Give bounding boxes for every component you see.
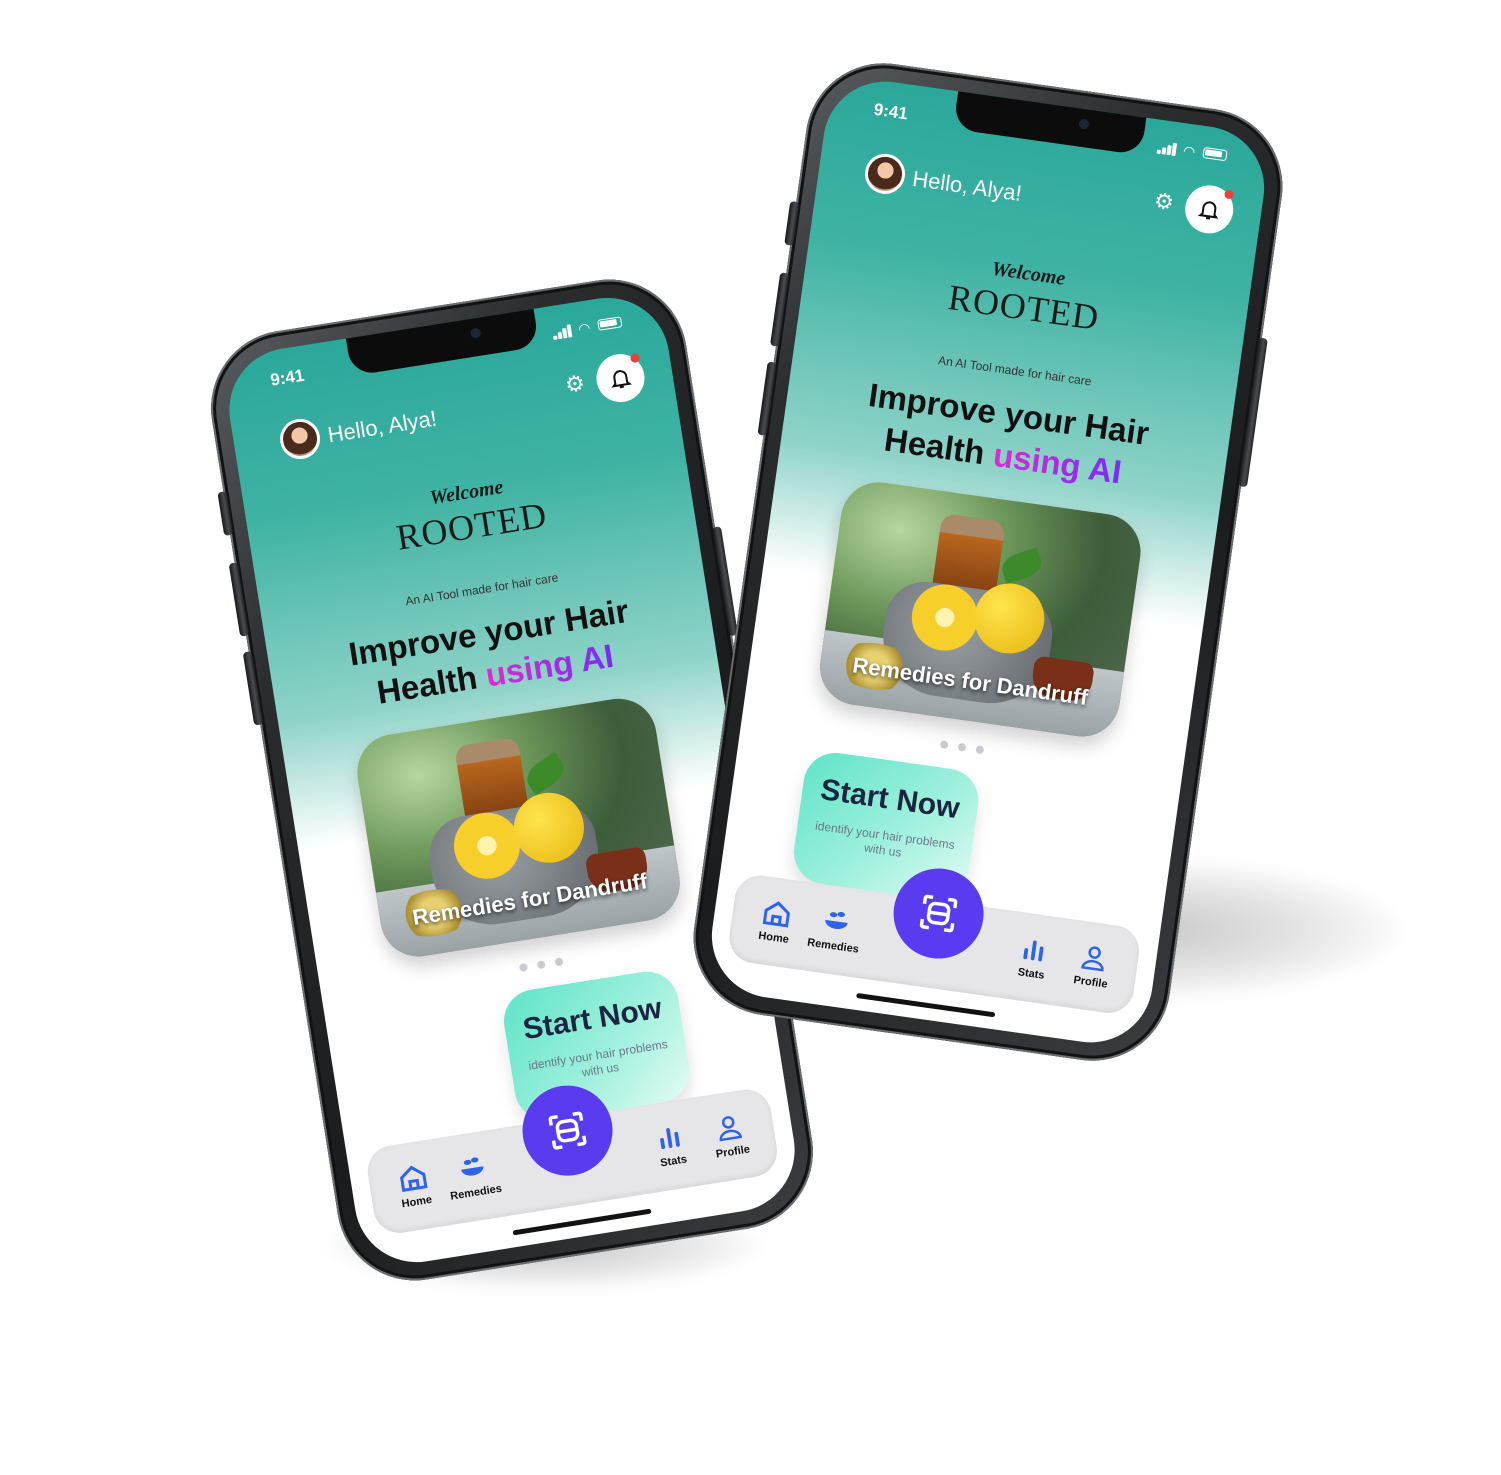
nav-item-remedies[interactable]: Remedies <box>440 1148 506 1203</box>
notification-dot <box>629 352 641 364</box>
home-icon <box>400 1165 428 1192</box>
battery-icon <box>597 316 623 331</box>
bar-chart-icon <box>660 1128 680 1150</box>
status-icons: ◠ <box>1156 140 1228 164</box>
nav-item-home[interactable]: Home <box>743 894 809 948</box>
nav-label-profile: Profile <box>715 1143 751 1161</box>
phone-right-mute-switch <box>784 200 800 246</box>
home-icon <box>762 901 790 928</box>
wifi-icon: ◠ <box>1182 142 1197 160</box>
phone-left-power-button <box>711 526 739 637</box>
battery-icon <box>1202 147 1228 162</box>
user-icon <box>719 1116 743 1142</box>
mortar-herb-icon <box>461 1157 484 1176</box>
user-icon <box>1081 946 1104 972</box>
nav-label-home: Home <box>400 1193 433 1211</box>
start-now-subtitle: identify your hair problems with us <box>814 818 956 860</box>
carousel-dot[interactable] <box>939 740 949 750</box>
notification-dot <box>1223 189 1235 200</box>
carousel-dot[interactable] <box>975 745 985 755</box>
user-avatar[interactable] <box>862 151 908 197</box>
front-camera <box>1078 118 1090 130</box>
bell-icon <box>611 370 632 389</box>
nav-label-remedies: Remedies <box>449 1182 503 1203</box>
remedy-card[interactable]: Remedies for Dandruff <box>351 693 686 962</box>
phone-right-power-button <box>1238 337 1268 488</box>
notch <box>952 89 1147 156</box>
remedy-card[interactable]: Remedies for Dandruff <box>815 477 1146 742</box>
front-camera <box>469 327 482 339</box>
bell-icon <box>1197 201 1219 220</box>
headline: Improve your Hair Health using AI <box>266 577 718 729</box>
settings-gear-icon[interactable]: ⚙ <box>563 370 587 399</box>
signal-bar <box>1156 149 1162 155</box>
card-photo-leaf <box>998 547 1045 585</box>
status-icons: ◠ <box>552 315 623 341</box>
phone-left-mute-switch <box>217 491 234 537</box>
user-avatar[interactable] <box>277 416 323 462</box>
mortar-herb-icon <box>825 911 848 929</box>
phone-left-volume-up <box>228 562 250 637</box>
nav-item-profile[interactable]: Profile <box>1060 939 1126 993</box>
settings-gear-icon[interactable]: ⚙ <box>1152 188 1176 216</box>
bottom-nav: Home Remedies Stats Profile <box>364 1079 781 1237</box>
card-photo-leaf <box>521 751 570 796</box>
notifications-button[interactable] <box>1182 182 1237 237</box>
nav-item-profile[interactable]: Profile <box>697 1108 763 1163</box>
nav-item-home[interactable]: Home <box>381 1158 447 1213</box>
nav-label-remedies: Remedies <box>806 936 860 956</box>
carousel-dot[interactable] <box>518 962 529 973</box>
nav-item-remedies[interactable]: Remedies <box>802 902 868 956</box>
wifi-icon: ◠ <box>577 319 592 337</box>
notifications-button[interactable] <box>593 350 648 406</box>
nav-label-stats: Stats <box>659 1153 688 1170</box>
phone-right-volume-up <box>770 272 790 347</box>
signal-bar <box>553 335 558 341</box>
signal-bar <box>566 324 573 338</box>
greeting-text: Hello, Alya! <box>325 405 439 448</box>
home-indicator <box>856 992 996 1018</box>
bar-chart-icon <box>1023 940 1044 962</box>
carousel-dot[interactable] <box>536 960 546 970</box>
carousel-dot[interactable] <box>957 742 967 752</box>
notch <box>345 306 540 377</box>
bottom-nav: Home Remedies Stats Profile <box>726 862 1143 1017</box>
status-time: 9:41 <box>872 99 909 124</box>
phone-left-volume-down <box>242 651 264 726</box>
start-now-subtitle: identify your hair problems with us <box>527 1037 669 1080</box>
home-indicator <box>512 1208 652 1236</box>
face-scan-icon <box>919 894 958 933</box>
signal-bar <box>1171 142 1178 157</box>
nav-label-home: Home <box>757 929 790 946</box>
phone-right-volume-down <box>757 361 777 436</box>
face-scan-icon <box>548 1111 587 1150</box>
nav-item-stats[interactable]: Stats <box>1001 930 1067 984</box>
greeting-text: Hello, Alya! <box>910 165 1024 206</box>
nav-label-profile: Profile <box>1072 974 1109 991</box>
nav-item-stats[interactable]: Stats <box>638 1117 704 1172</box>
status-time: 9:41 <box>269 365 306 390</box>
nav-label-stats: Stats <box>1016 966 1046 982</box>
carousel-dot[interactable] <box>554 957 564 967</box>
